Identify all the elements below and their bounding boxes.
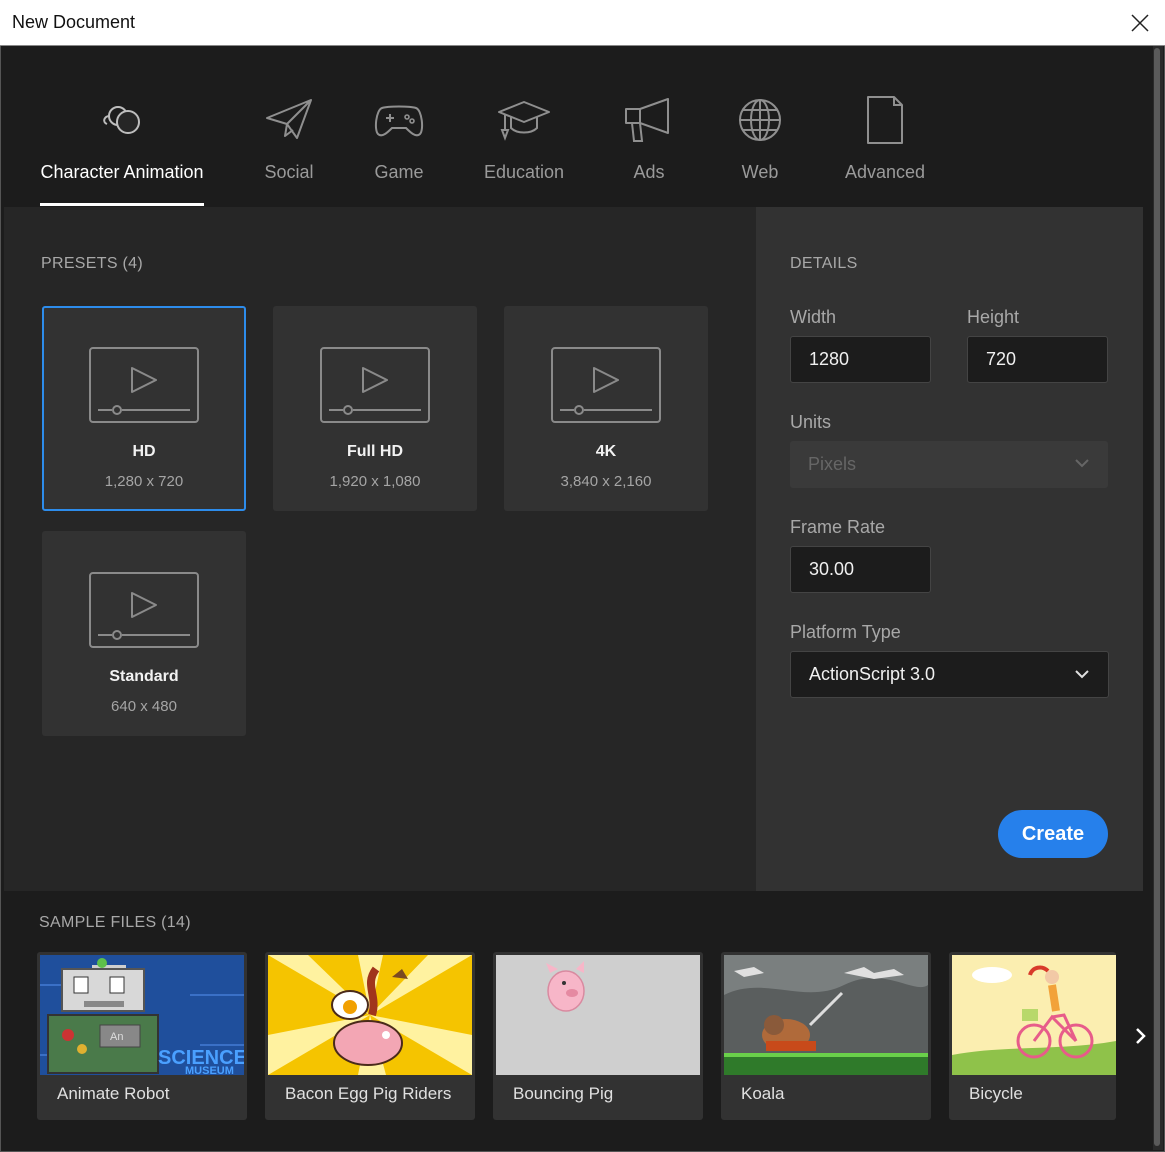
sample-name: Koala: [741, 1084, 785, 1103]
sample-name: Animate Robot: [57, 1084, 170, 1103]
sample-thumbnail: [724, 955, 928, 1075]
preset-name: 4K: [595, 443, 617, 460]
width-input[interactable]: 1280: [790, 336, 931, 383]
chevron-right-icon: [1136, 1028, 1146, 1044]
units-label: Units: [790, 412, 832, 432]
close-button[interactable]: [1125, 8, 1155, 38]
video-preset-icon: [320, 347, 430, 423]
video-preset-icon: [89, 572, 199, 648]
character-animation-icon: [92, 92, 152, 148]
tab-label: Web: [741, 162, 779, 182]
presets-panel: PRESETS (4) HD 1,280 x 720 Full HD 1,920…: [4, 207, 756, 891]
samples-next-button[interactable]: [1129, 1024, 1153, 1048]
presets-title: PRESETS (4): [41, 255, 143, 272]
chevron-down-icon: [1075, 670, 1089, 679]
tab-label: Character Animation: [40, 162, 204, 182]
sample-files-title: SAMPLE FILES (14): [39, 914, 191, 931]
graduation-cap-icon: [494, 92, 554, 148]
tab-web[interactable]: Web: [730, 46, 790, 206]
platform-type-value: ActionScript 3.0: [809, 664, 936, 684]
units-select: Pixels: [790, 441, 1108, 488]
height-label: Height: [967, 307, 1020, 327]
preset-hd[interactable]: HD 1,280 x 720: [42, 306, 246, 511]
frame-rate-input[interactable]: 30.00: [790, 546, 931, 593]
document-icon: [855, 92, 915, 148]
tab-label: Social: [264, 162, 314, 182]
create-button[interactable]: Create: [998, 810, 1108, 858]
sample-name: Bouncing Pig: [513, 1084, 614, 1103]
new-document-dialog: Character Animation Social Game Educatio…: [0, 46, 1165, 1152]
preset-size: 1,280 x 720: [104, 473, 184, 490]
platform-type-select[interactable]: ActionScript 3.0: [790, 651, 1109, 698]
preset-name: Standard: [109, 668, 179, 685]
title-bar: New Document: [0, 0, 1165, 46]
gamepad-icon: [369, 92, 429, 148]
tab-education[interactable]: Education: [479, 46, 569, 206]
window-title: New Document: [12, 12, 136, 32]
preset-size: 640 x 480: [111, 698, 177, 715]
frame-rate-label: Frame Rate: [790, 517, 886, 537]
preset-standard[interactable]: Standard 640 x 480: [42, 531, 246, 736]
chevron-down-icon: [1075, 459, 1089, 468]
preset-name: Full HD: [347, 443, 403, 460]
sample-animate-robot[interactable]: An SCIENCE MUSEUM Animate Robot: [37, 952, 247, 1120]
tab-advanced[interactable]: Advanced: [844, 46, 926, 206]
preset-name: HD: [132, 443, 156, 460]
vertical-scrollbar[interactable]: [1153, 46, 1163, 1150]
globe-icon: [730, 92, 790, 148]
preset-size: 1,920 x 1,080: [329, 473, 421, 490]
sample-thumbnail: An SCIENCE MUSEUM: [40, 955, 244, 1075]
details-panel: DETAILS Width 1280 Height 720 Units Pixe…: [756, 207, 1143, 891]
tab-character-animation[interactable]: Character Animation: [39, 46, 205, 206]
tab-label: Education: [483, 162, 565, 182]
megaphone-icon: [619, 92, 679, 148]
sample-bouncing-pig[interactable]: Bouncing Pig: [493, 952, 703, 1120]
details-title: DETAILS: [790, 255, 858, 272]
sample-thumbnail: [268, 955, 472, 1075]
scrollbar-thumb[interactable]: [1154, 48, 1160, 1146]
width-label: Width: [790, 307, 837, 327]
platform-type-label: Platform Type: [790, 622, 901, 642]
video-preset-icon: [89, 347, 199, 423]
paper-plane-icon: [259, 92, 319, 148]
tab-ads[interactable]: Ads: [619, 46, 679, 206]
sample-thumbnail: [952, 955, 1116, 1075]
robot-screen-text: An: [110, 1031, 123, 1043]
sample-koala[interactable]: Koala: [721, 952, 931, 1120]
sample-name: Bicycle: [969, 1084, 1023, 1103]
sample-bacon-egg-pig-riders[interactable]: Bacon Egg Pig Riders: [265, 952, 475, 1120]
video-preset-icon: [551, 347, 661, 423]
tab-social[interactable]: Social: [258, 46, 320, 206]
height-input[interactable]: 720: [967, 336, 1108, 383]
preset-size: 3,840 x 2,160: [560, 473, 652, 490]
preset-full-hd[interactable]: Full HD 1,920 x 1,080: [273, 306, 477, 511]
sample-name: Bacon Egg Pig Riders: [285, 1084, 452, 1103]
sample-bicycle[interactable]: Bicycle: [949, 952, 1116, 1120]
preset-4k[interactable]: 4K 3,840 x 2,160: [504, 306, 708, 511]
close-icon: [1131, 14, 1149, 32]
tab-label: Game: [374, 162, 424, 182]
units-value: Pixels: [808, 454, 857, 474]
science-museum-logo-subtext: MUSEUM: [185, 1065, 234, 1075]
tab-game[interactable]: Game: [369, 46, 429, 206]
tab-label: Ads: [633, 162, 665, 182]
sample-thumbnail: [496, 955, 700, 1075]
active-tab-indicator: [40, 203, 204, 206]
tab-label: Advanced: [844, 162, 926, 182]
